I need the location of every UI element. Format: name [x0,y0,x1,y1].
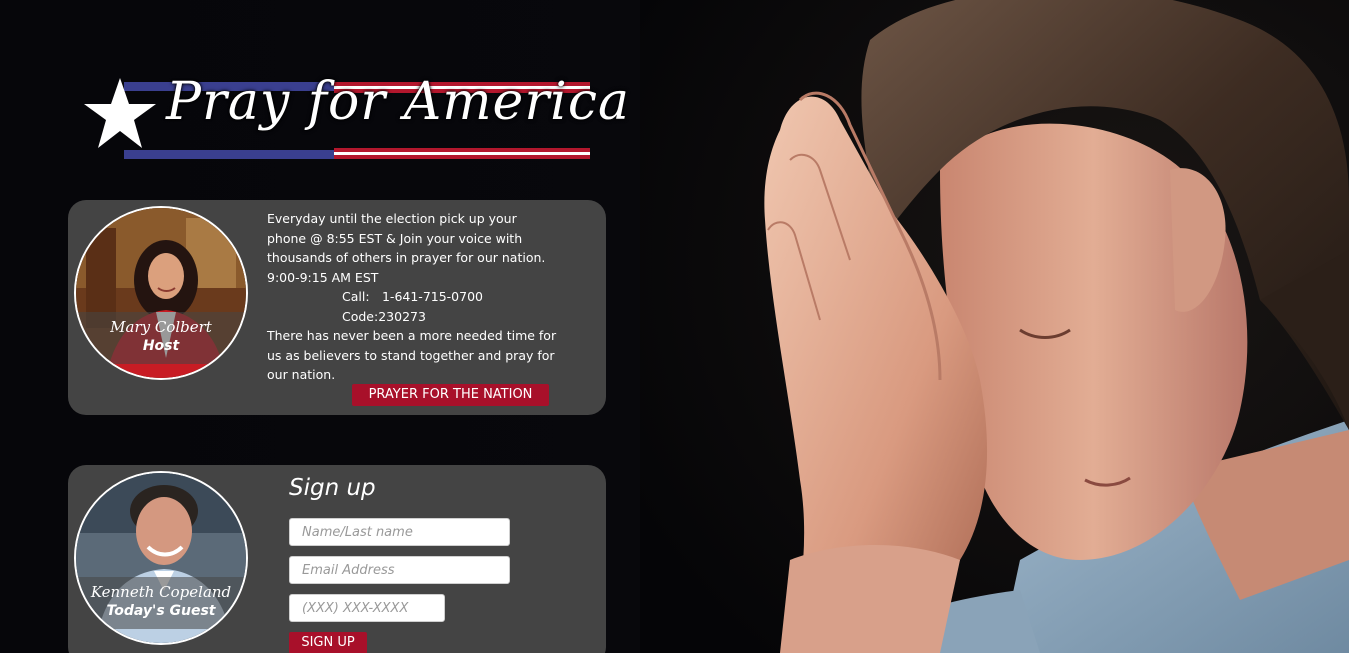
phone-input[interactable] [289,594,445,622]
closing-line-3: our nation. [267,367,336,382]
host-line-2: phone @ 8:55 EST & Join your voice with [267,230,523,246]
host-card: Mary Colbert Host Everyday until the ele… [68,200,606,415]
logo-text: Pray for America [166,72,630,132]
call-info: Call: 1-641-715-0700 [267,287,567,307]
closing-line-2: us as believers to stand together and pr… [267,347,555,363]
host-description: Everyday until the election pick up your… [267,209,567,385]
site-logo[interactable]: Pray for America [84,70,629,166]
host-caption: Mary Colbert Host [76,312,246,364]
host-name: Mary Colbert [110,318,212,336]
guest-portrait: Kenneth Copeland Today's Guest [74,471,248,645]
closing-line-1: There has never been a more needed time … [267,328,557,343]
sign-up-button[interactable]: SIGN UP [289,632,367,653]
email-input[interactable] [289,556,510,584]
host-line-1: Everyday until the election pick up your [267,211,517,226]
call-label: Call: [342,289,370,304]
host-role: Host [142,338,180,354]
host-portrait: Mary Colbert Host [74,206,248,380]
host-time: 9:00-9:15 AM EST [267,269,379,285]
name-input[interactable] [289,518,510,546]
guest-caption: Kenneth Copeland Today's Guest [76,577,246,629]
call-number[interactable]: 1-641-715-0700 [382,289,483,304]
page: Pray for America Mary Colbert Host Every… [0,0,1349,653]
host-line-3: thousands of others in prayer for our na… [267,250,546,265]
guest-role: Today's Guest [106,603,216,619]
guest-name: Kenneth Copeland [90,583,232,601]
signup-card: Kenneth Copeland Today's Guest Sign up S… [68,465,606,653]
access-code: Code:230273 [342,308,426,324]
signup-title: Sign up [289,475,376,501]
hero-image [640,0,1349,653]
prayer-for-nation-button[interactable]: PRAYER FOR THE NATION [352,384,549,406]
